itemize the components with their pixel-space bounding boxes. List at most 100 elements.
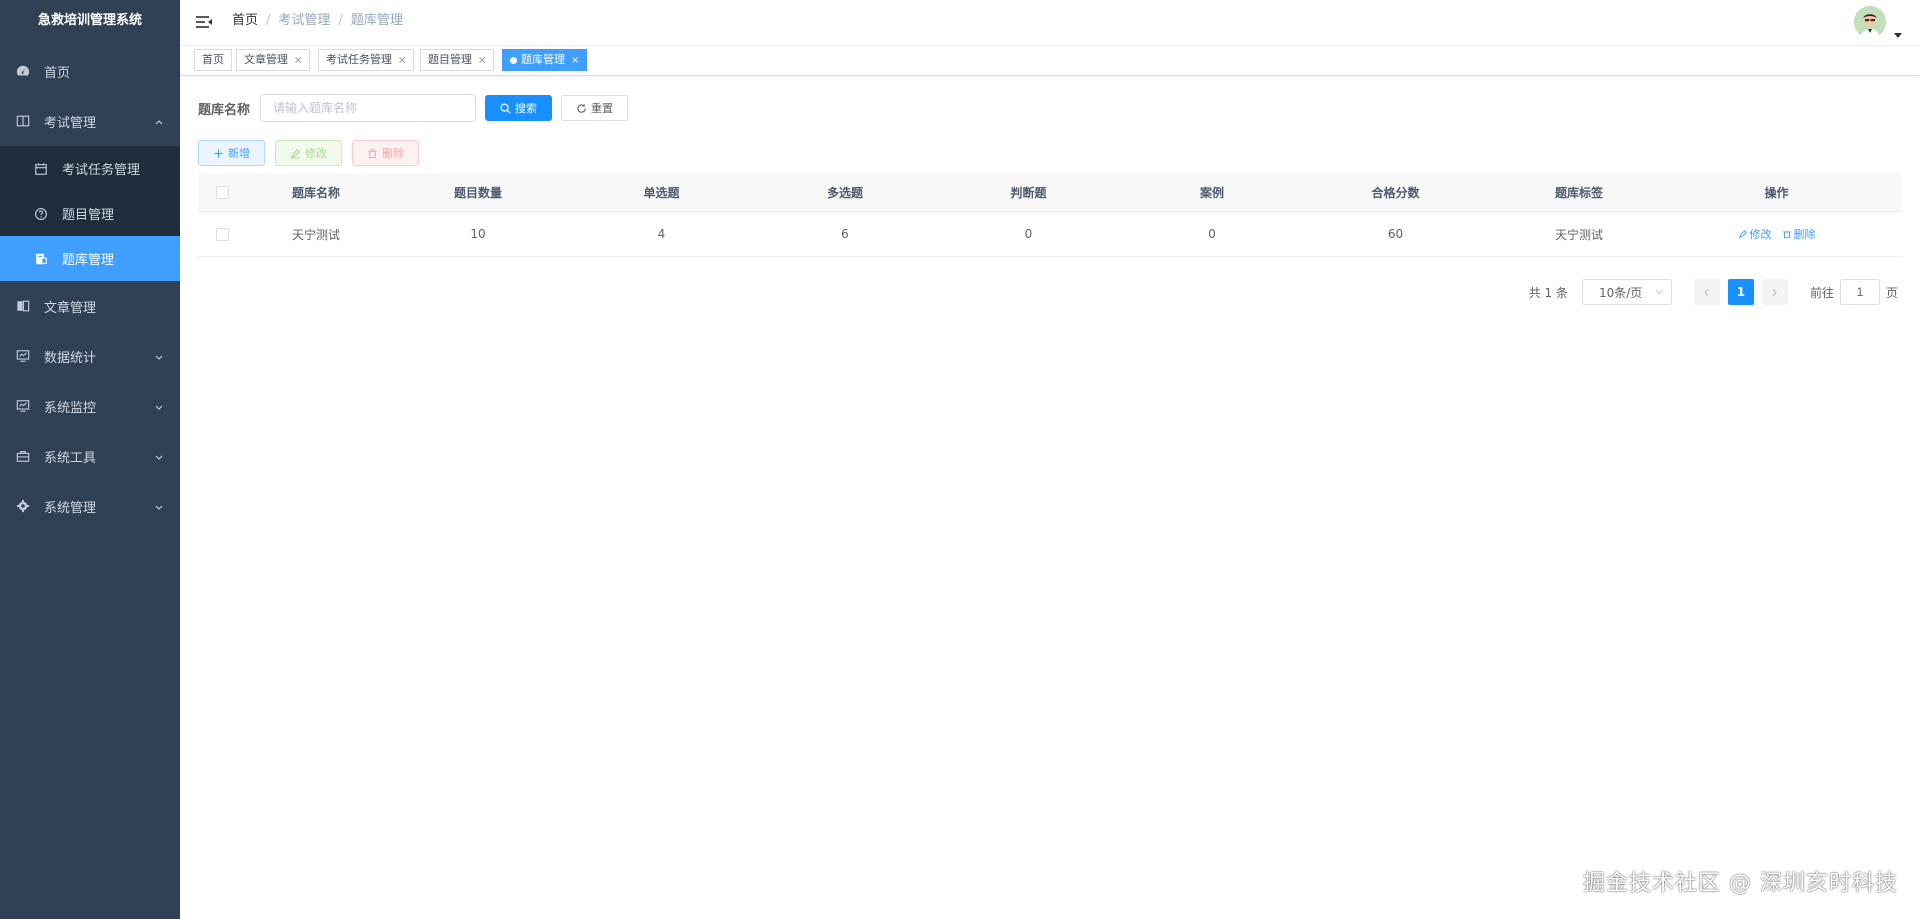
row-checkbox-cell: [198, 227, 246, 241]
sidebar-item-exam-tasks[interactable]: 考试任务管理: [0, 146, 180, 191]
cell-name: 天宁测试: [291, 227, 340, 242]
book-icon: [16, 114, 30, 128]
sidebar-item-question-bank[interactable]: 题库管理: [0, 236, 180, 281]
watermark: 掘金技术社区 @ 深圳亥时科技: [1583, 871, 1898, 896]
breadcrumb-item-home[interactable]: 首页: [232, 13, 258, 28]
sidebar-item-label: 考试管理: [44, 115, 97, 131]
page-number-current[interactable]: 1: [1727, 279, 1754, 305]
question-bank-name-input[interactable]: [260, 94, 477, 122]
sidebar-item-label: 系统监控: [44, 400, 97, 416]
cell-true-false: 0: [1024, 227, 1033, 241]
tag-articles[interactable]: 文章管理 ×: [236, 49, 311, 71]
select-all-checkbox[interactable]: [215, 185, 229, 199]
edit-icon: [291, 148, 300, 159]
trash-icon: [1782, 231, 1791, 239]
column-header: 合格分数: [1371, 185, 1420, 200]
question-bank-table: 题库名称 题目数量 单选题 多选题 判断题 案例 合格分数 题库标签 操作 天宁…: [198, 173, 1902, 257]
add-button[interactable]: 新增: [198, 140, 265, 166]
goto-label: 前往: [1809, 285, 1834, 300]
tag-label: 题目管理: [428, 53, 472, 66]
hamburger-menu-icon[interactable]: [195, 14, 213, 30]
sidebar-item-label: 文章管理: [44, 300, 97, 316]
row-delete-link[interactable]: 删除: [1782, 226, 1816, 242]
active-dot-icon: [510, 56, 517, 64]
trash-icon: [368, 148, 377, 158]
caret-down-icon[interactable]: [1894, 28, 1902, 38]
sidebar-item-exam-management[interactable]: 考试管理: [0, 96, 180, 146]
search-button-label: 搜索: [515, 103, 538, 115]
sidebar-item-monitoring[interactable]: 系统监控: [0, 381, 180, 431]
row-delete-label: 删除: [1793, 228, 1816, 241]
sidebar-item-articles[interactable]: 文章管理: [0, 281, 180, 331]
pagination: 共 1 条 10条/页 1 前往 页: [1529, 279, 1898, 305]
search-form: 题库名称 搜索 重置: [198, 94, 629, 122]
edit-button[interactable]: 修改: [275, 140, 342, 166]
gear-icon: [16, 499, 30, 513]
table-header: 题库名称 题目数量 单选题 多选题 判断题 案例 合格分数 题库标签 操作: [198, 173, 1902, 212]
tag-label: 文章管理: [244, 53, 288, 66]
reset-button[interactable]: 重置: [561, 95, 629, 121]
tags-view: 首页 文章管理 × 考试任务管理 × 题目管理 × 题库管理 ×: [180, 46, 1920, 76]
tag-label: 考试任务管理: [326, 53, 392, 66]
close-icon[interactable]: ×: [478, 55, 486, 66]
question-icon: [34, 207, 48, 221]
sidebar-item-home[interactable]: 首页: [0, 46, 180, 96]
sidebar-item-statistics[interactable]: 数据统计: [0, 331, 180, 381]
sidebar-item-questions[interactable]: 题目管理: [0, 191, 180, 236]
goto-page-input[interactable]: [1839, 279, 1880, 305]
close-icon[interactable]: ×: [398, 55, 406, 66]
cell-question-count: 10: [470, 227, 486, 241]
avatar[interactable]: [1854, 6, 1886, 38]
header-checkbox-cell: [198, 185, 246, 199]
row-edit-label: 修改: [1749, 228, 1772, 241]
sidebar-item-label: 首页: [44, 65, 71, 81]
exam-submenu: 考试任务管理 题目管理 题库管理: [0, 146, 180, 281]
page-size-select[interactable]: 10条/页: [1581, 279, 1672, 305]
edit-button-label: 修改: [305, 148, 327, 160]
delete-button-label: 删除: [382, 148, 404, 160]
cell-case: 0: [1208, 227, 1216, 241]
sidebar-item-tools[interactable]: 系统工具: [0, 431, 180, 481]
search-button[interactable]: 搜索: [485, 95, 553, 121]
tag-home[interactable]: 首页: [194, 49, 232, 71]
search-label: 题库名称: [198, 102, 251, 118]
chevron-down-icon: [154, 351, 164, 361]
tag-questions[interactable]: 题目管理 ×: [420, 49, 495, 71]
pagination-total: 共 1 条: [1528, 285, 1568, 300]
sidebar-item-label: 系统管理: [44, 500, 97, 516]
breadcrumb-item-exam: 考试管理: [278, 13, 331, 28]
calendar-icon: [34, 162, 48, 176]
search-icon: [500, 103, 511, 114]
cell-single-choice: 4: [657, 227, 666, 241]
next-page-button[interactable]: [1761, 279, 1788, 305]
close-icon[interactable]: ×: [294, 55, 302, 66]
breadcrumb-separator: /: [338, 13, 343, 28]
sidebar-item-label: 系统工具: [44, 450, 97, 466]
chevron-right-icon: [1773, 288, 1778, 296]
close-icon[interactable]: ×: [571, 55, 579, 66]
dashboard-icon: [16, 64, 30, 78]
tag-exam-tasks[interactable]: 考试任务管理 ×: [318, 49, 415, 71]
row-edit-link[interactable]: 修改: [1738, 226, 1772, 242]
column-header: 单选题: [643, 185, 680, 200]
chevron-down-icon: [154, 451, 164, 461]
cell-actions: 修改 删除: [1671, 226, 1882, 242]
sidebar-item-label: 考试任务管理: [62, 163, 141, 178]
plus-icon: [214, 148, 223, 158]
prev-page-button[interactable]: [1693, 279, 1720, 305]
breadcrumb: 首页 / 考试管理 / 题库管理: [232, 0, 403, 42]
article-icon: [16, 299, 30, 313]
sidebar-item-system-management[interactable]: 系统管理: [0, 481, 180, 531]
chevron-down-icon: [1655, 290, 1663, 295]
refresh-icon: [577, 103, 586, 113]
cell-pass-score: 60: [1387, 227, 1404, 241]
sidebar-item-label: 数据统计: [44, 350, 97, 366]
row-checkbox[interactable]: [215, 227, 229, 241]
breadcrumb-separator: /: [266, 13, 271, 28]
delete-button[interactable]: 删除: [352, 140, 419, 166]
column-header: 题库标签: [1554, 185, 1603, 200]
tag-question-bank[interactable]: 题库管理 ×: [502, 49, 588, 71]
app-logo-title: 急救培训管理系统: [37, 13, 142, 28]
table-row[interactable]: 天宁测试 10 4 6 0 0 60 天宁测试 修改 删除: [198, 212, 1902, 257]
app-root: 急救培训管理系统 首页 考试管理 考试任务管理 题目管理 题库管理 文章管理 数…: [0, 0, 1920, 919]
